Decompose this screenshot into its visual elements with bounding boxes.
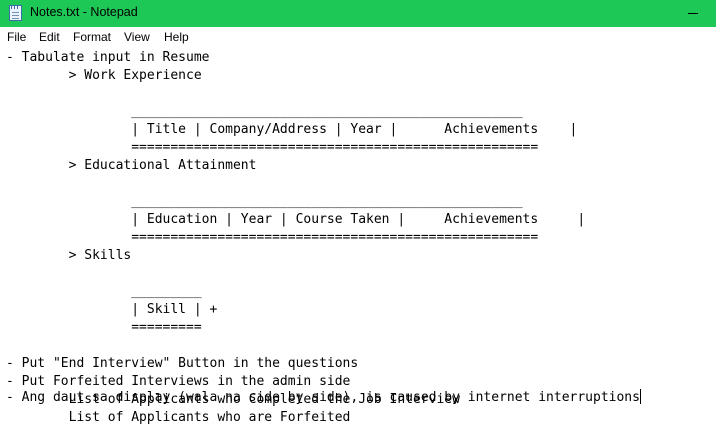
text-line: - Put "End Interview" Button in the ques… xyxy=(6,356,359,371)
minimize-button[interactable] xyxy=(670,0,716,27)
menu-bar: File Edit Format View Help xyxy=(0,27,716,47)
text-line: ========= xyxy=(6,320,202,335)
text-line: | Title | Company/Address | Year | Achie… xyxy=(6,122,578,137)
text-line: ========================================… xyxy=(6,140,539,155)
text-line: - Tabulate input in Resume xyxy=(6,50,210,65)
text-line: ________________________________________… xyxy=(6,194,523,209)
text-line: List of Applicants who are Forfeited xyxy=(6,410,351,425)
menu-view[interactable]: View xyxy=(124,30,150,44)
menu-format[interactable]: Format xyxy=(73,30,111,44)
text-line: > Educational Attainment xyxy=(6,158,257,173)
text-line: ________________________________________… xyxy=(6,104,523,119)
text-line: _________ xyxy=(6,284,202,299)
text-line: > Work Experience xyxy=(6,68,202,83)
text-line-content: - Ang daut sa display (wala na side by s… xyxy=(6,390,640,405)
text-line: | Skill | + xyxy=(6,302,218,317)
menu-help[interactable]: Help xyxy=(164,30,189,44)
window-title: Notes.txt - Notepad xyxy=(30,5,138,19)
text-editor[interactable]: - Tabulate input in Resume > Work Experi… xyxy=(0,47,716,425)
menu-file[interactable]: File xyxy=(7,30,26,44)
text-line: | Education | Year | Course Taken | Achi… xyxy=(6,212,586,227)
text-caret xyxy=(639,389,641,404)
notepad-icon xyxy=(9,5,22,21)
menu-edit[interactable]: Edit xyxy=(39,30,60,44)
text-line: > Skills xyxy=(6,248,132,263)
title-bar[interactable]: Notes.txt - Notepad xyxy=(0,0,716,27)
text-line-last: - Ang daut sa display (wala na side by s… xyxy=(6,389,641,407)
text-line: ========================================… xyxy=(6,230,539,245)
